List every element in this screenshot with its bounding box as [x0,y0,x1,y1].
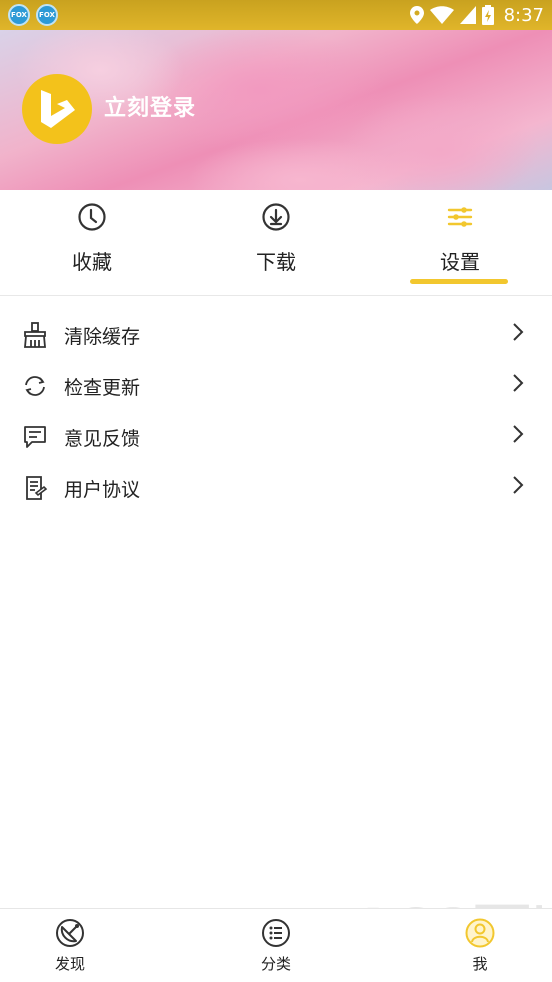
refresh-icon [25,376,45,396]
broom-icon [24,322,46,348]
tab-label: 下载 [256,250,296,274]
status-indicators: 8:37 [409,4,544,26]
setting-label: 用户协议 [64,479,141,501]
setting-check-update[interactable]: 检查更新 [0,361,552,412]
chevron-right-icon [513,425,524,443]
chevron-right-icon [513,476,524,494]
signal-icon [459,6,476,24]
document-icon [26,476,48,500]
chevron-right-icon [513,323,524,341]
nav-label: 分类 [260,955,291,973]
user-icon [465,918,495,948]
tab-downloads[interactable]: 下载 [184,190,368,295]
nav-categories[interactable]: 分类 [246,917,306,974]
notification-app-icon: FOX [8,4,30,26]
setting-label: 检查更新 [64,377,141,399]
notification-app-icon-text: FOX [39,11,55,19]
bottom-nav: 发现 分类 我 [0,908,552,982]
active-tab-indicator [410,279,508,284]
notification-app-icon: FOX [36,4,58,26]
settings-list: 清除缓存 检查更新 意见反馈 用户协议 [0,310,552,514]
notification-app-icon-text: FOX [11,11,27,19]
status-bar: FOX FOX 8:37 [0,0,552,30]
tab-settings[interactable]: 设置 [368,190,552,295]
tab-label: 设置 [440,250,480,274]
setting-feedback[interactable]: 意见反馈 [0,412,552,463]
nav-label: 发现 [54,955,85,973]
message-icon [24,426,46,448]
satellite-dish-icon [56,919,84,947]
nav-discover[interactable]: 发现 [40,917,100,974]
login-link[interactable]: 立刻登录 [104,90,196,122]
setting-clear-cache[interactable]: 清除缓存 [0,310,552,361]
location-icon [409,6,424,24]
download-icon [262,203,290,231]
clock-icon [78,203,106,231]
profile-header: 立刻登录 [0,30,552,190]
battery-charging-icon [481,5,494,25]
list-icon [262,919,290,947]
wifi-icon [429,6,454,24]
app-logo-icon [41,90,75,128]
setting-label: 清除缓存 [64,326,141,348]
setting-label: 意见反馈 [64,428,141,450]
tab-favorites[interactable]: 收藏 [0,190,184,295]
nav-me[interactable]: 我 [450,917,510,974]
avatar[interactable] [22,74,92,144]
tab-label: 收藏 [72,250,112,274]
sliders-icon [447,207,473,227]
status-time: 8:37 [503,4,544,26]
nav-label: 我 [472,955,488,973]
tab-bar: 收藏 下载 设置 [0,190,552,296]
setting-user-agreement[interactable]: 用户协议 [0,463,552,514]
chevron-right-icon [513,374,524,392]
